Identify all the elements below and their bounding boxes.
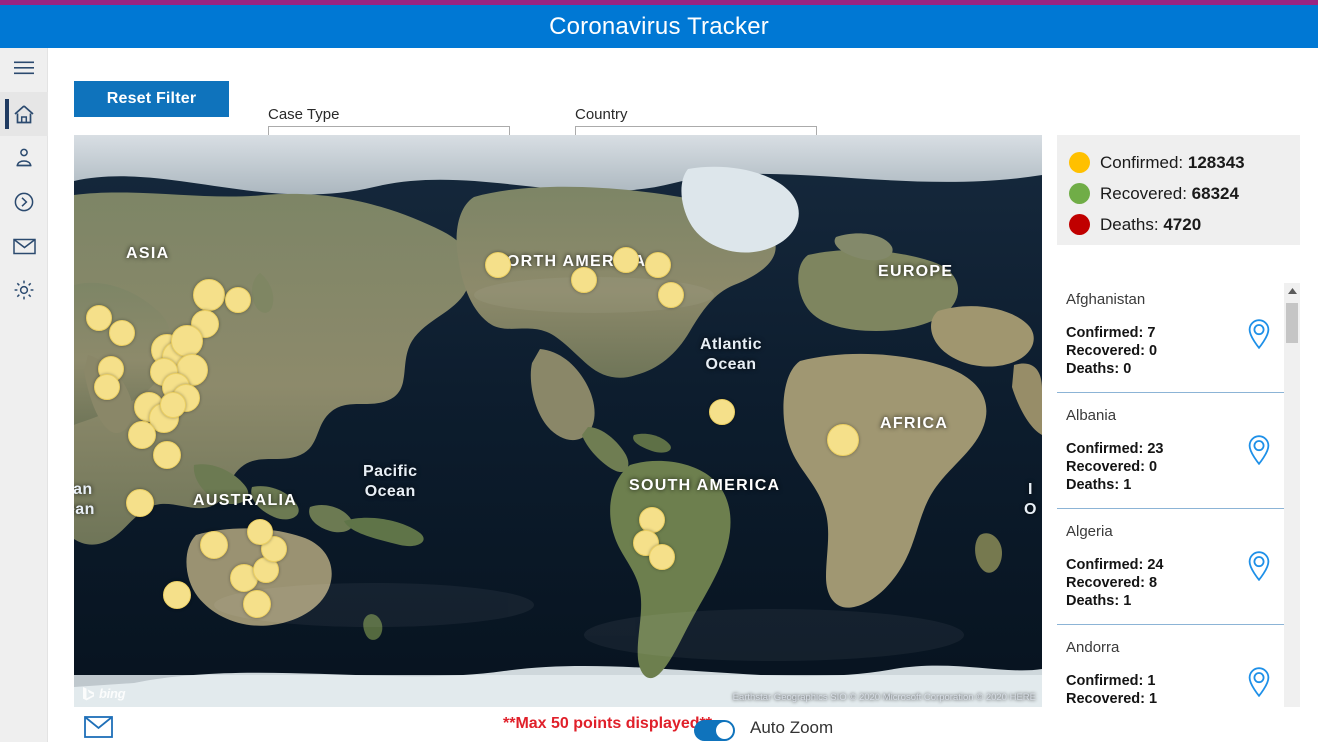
map-satellite-imagery: [74, 135, 1042, 707]
map-data-point[interactable]: [709, 399, 735, 425]
max-points-note: **Max 50 points displayed**: [503, 715, 712, 732]
summary-stats-panel: Confirmed: 128343 Recovered: 68324 Death…: [1057, 135, 1300, 245]
map-data-point[interactable]: [193, 279, 225, 311]
sidebar: [0, 48, 48, 742]
map-data-point[interactable]: [160, 392, 186, 418]
country-name: Algeria: [1066, 523, 1113, 540]
scrollbar-thumb[interactable]: [1286, 303, 1298, 343]
deaths-dot-icon: [1069, 214, 1090, 235]
map-data-point[interactable]: [153, 441, 181, 469]
world-map[interactable]: ASIA NORTH AMERICA EUROPE AFRICA SOUTH A…: [74, 135, 1042, 707]
map-pin-icon[interactable]: [1248, 551, 1270, 586]
auto-zoom-toggle[interactable]: [694, 720, 735, 741]
title-bar: Coronavirus Tracker: [0, 5, 1318, 48]
map-pin-icon[interactable]: [1248, 319, 1270, 354]
deaths-text: Deaths: 4720: [1100, 214, 1202, 234]
stat-confirmed: Confirmed: 128343: [1069, 147, 1300, 178]
map-data-point[interactable]: [827, 424, 859, 456]
map-data-point[interactable]: [94, 374, 120, 400]
map-data-point[interactable]: [109, 320, 135, 346]
country-deaths: Deaths: 1: [1066, 593, 1132, 609]
sidebar-item-mail[interactable]: [0, 224, 48, 268]
stat-deaths: Deaths: 4720: [1069, 209, 1300, 240]
country-list-item[interactable]: Algeria Confirmed: 24 Recovered: 8 Deaths: …: [1057, 509, 1284, 625]
recovered-text: Recovered: 68324: [1100, 183, 1239, 203]
country-list-item[interactable]: Albania Confirmed: 23 Recovered: 0 Deaths: …: [1057, 393, 1284, 509]
bottom-toolbar: **Max 50 points displayed** Auto Zoom: [48, 707, 1318, 742]
case-type-label: Case Type: [268, 106, 340, 123]
sidebar-item-menu[interactable]: [0, 48, 48, 88]
country-name: Andorra: [1066, 639, 1120, 656]
country-list-scrollbar[interactable]: [1284, 283, 1300, 725]
hamburger-icon: [14, 61, 34, 75]
sidebar-item-person[interactable]: [0, 136, 48, 180]
toggle-knob: [716, 722, 733, 739]
email-button[interactable]: [84, 716, 113, 742]
map-data-point[interactable]: [225, 287, 251, 313]
map-data-point[interactable]: [243, 590, 271, 618]
app-window: Coronavirus Tracker Reset Filter Case Ty…: [0, 0, 1318, 742]
reset-filter-button[interactable]: Reset Filter: [74, 81, 229, 117]
confirmed-text: Confirmed: 128343: [1100, 152, 1245, 172]
country-list-item[interactable]: Afghanistan Confirmed: 7 Recovered: 0 Death…: [1057, 277, 1284, 393]
recovered-dot-icon: [1069, 183, 1090, 204]
scroll-up-arrow-icon[interactable]: [1284, 283, 1300, 299]
sidebar-item-home[interactable]: [0, 92, 48, 136]
map-data-point[interactable]: [126, 489, 154, 517]
map-data-point[interactable]: [163, 581, 191, 609]
map-data-point[interactable]: [649, 544, 675, 570]
auto-zoom-label: Auto Zoom: [750, 718, 834, 737]
map-data-point[interactable]: [485, 252, 511, 278]
map-pin-icon[interactable]: [1248, 435, 1270, 470]
map-data-point[interactable]: [171, 325, 203, 357]
map-data-point[interactable]: [639, 507, 665, 533]
sidebar-item-next[interactable]: [0, 180, 48, 224]
map-pin-icon[interactable]: [1248, 667, 1270, 702]
map-data-point[interactable]: [571, 267, 597, 293]
map-data-point[interactable]: [86, 305, 112, 331]
map-data-point[interactable]: [658, 282, 684, 308]
map-data-point[interactable]: [613, 247, 639, 273]
country-name: Albania: [1066, 407, 1117, 424]
home-icon: [13, 104, 35, 125]
chevron-right-circle-icon: [13, 191, 35, 213]
gear-icon: [13, 279, 35, 301]
confirmed-dot-icon: [1069, 152, 1090, 173]
country-label: Country: [575, 106, 628, 123]
map-data-point[interactable]: [247, 519, 273, 545]
country-list[interactable]: Afghanistan Confirmed: 7 Recovered: 0 Death…: [1057, 277, 1300, 725]
person-icon: [13, 147, 35, 169]
page-title: Coronavirus Tracker: [549, 12, 769, 40]
mail-icon: [12, 237, 36, 255]
country-name: Afghanistan: [1066, 291, 1146, 308]
map-data-point[interactable]: [128, 421, 156, 449]
stat-recovered: Recovered: 68324: [1069, 178, 1300, 209]
map-data-point[interactable]: [200, 531, 228, 559]
sidebar-item-settings[interactable]: [0, 268, 48, 312]
country-deaths: Deaths: 0: [1066, 361, 1132, 377]
filter-toolbar: Reset Filter Case Type All Country Searc…: [48, 48, 1318, 162]
map-data-point[interactable]: [645, 252, 671, 278]
country-deaths: Deaths: 1: [1066, 477, 1132, 493]
